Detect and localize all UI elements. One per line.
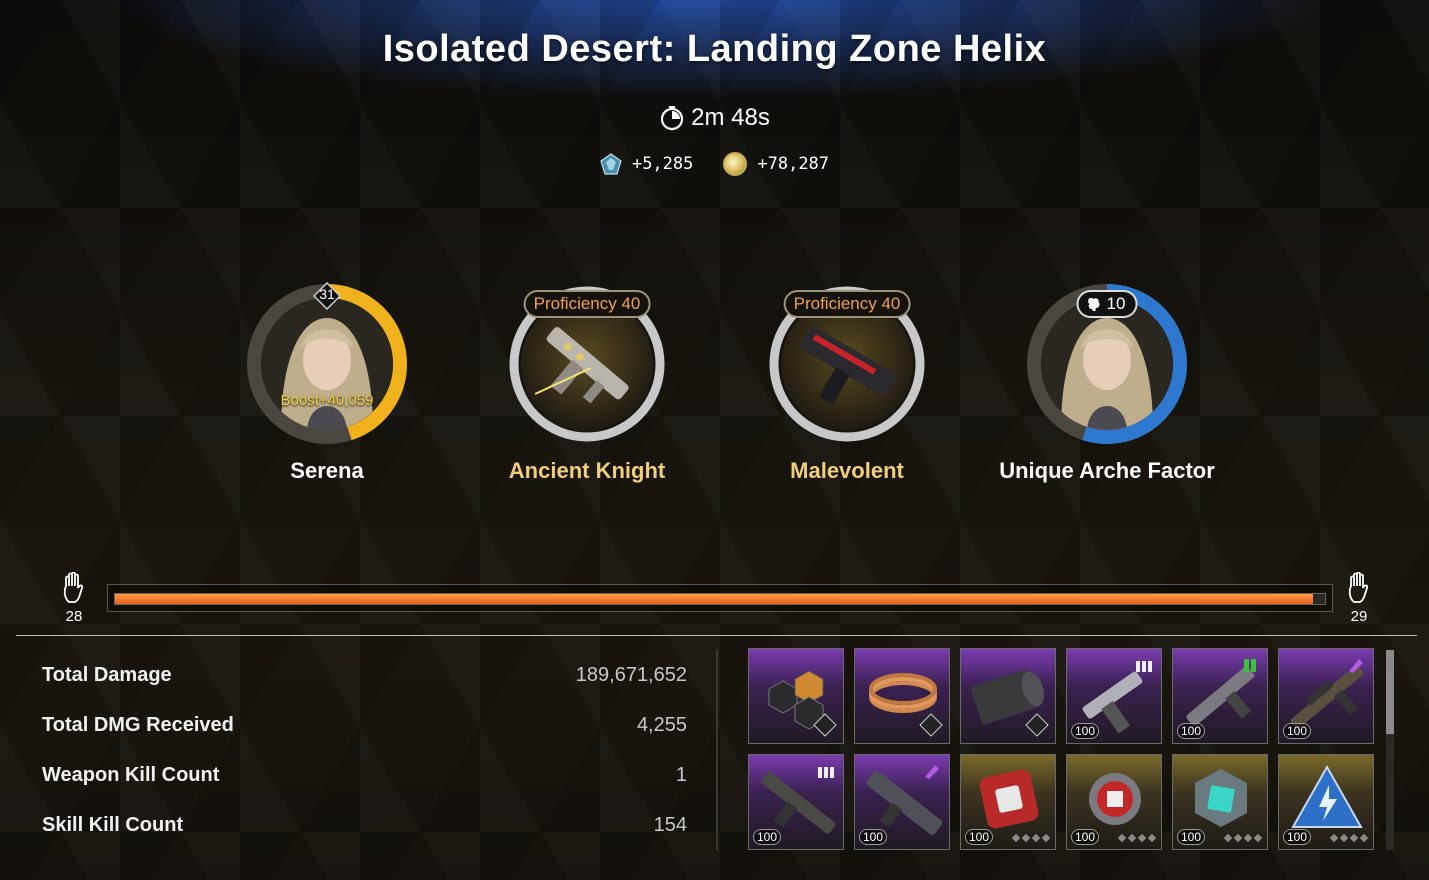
- loot-item-fabric-roll[interactable]: [960, 648, 1056, 744]
- item-count: 100: [1283, 829, 1312, 845]
- ammo-icon: [1136, 661, 1152, 672]
- stat-row: Total DMG Received 4,255: [42, 700, 687, 750]
- timer-value: 2m 48s: [691, 104, 770, 131]
- arche-level-badge: 10: [1076, 290, 1138, 318]
- arche-name: Unique Arche Factor: [999, 458, 1215, 483]
- loot-scrollbar[interactable]: [1386, 650, 1394, 850]
- item-count: 100: [1177, 723, 1206, 739]
- hand-icon: [63, 571, 84, 603]
- weapon-ring-2: Proficiency 40: [767, 284, 927, 444]
- character-level: 31: [319, 286, 335, 302]
- stat-label: Weapon Kill Count: [42, 763, 220, 786]
- mastery-progress: 28 29: [0, 570, 1429, 630]
- stat-value: 4,255: [636, 713, 687, 736]
- stat-value: 1: [675, 763, 687, 786]
- weapon-slot-1[interactable]: Proficiency 40 Ancient Knight: [477, 284, 697, 484]
- stat-row: Total Damage 189,671,652: [42, 650, 687, 700]
- arche-level: 10: [1106, 294, 1126, 313]
- ammo-icon: [925, 765, 939, 779]
- scrollbar-thumb[interactable]: [1386, 650, 1394, 734]
- loot-item-launcher[interactable]: 100: [854, 754, 950, 850]
- ammo-icon: [1244, 659, 1256, 672]
- gem-icon: [600, 153, 622, 175]
- ammo-icon: [818, 767, 834, 778]
- loot-item-copper-coil[interactable]: [854, 648, 950, 744]
- locked-icon: [919, 713, 943, 737]
- locked-icon: [813, 713, 837, 737]
- loot-item-handgun[interactable]: 100: [1066, 648, 1162, 744]
- reward-gold-amount: +78,287: [757, 154, 830, 174]
- rarity-dots: [1117, 833, 1157, 843]
- stat-label: Total Damage: [42, 663, 172, 686]
- weapon-name-2: Malevolent: [790, 458, 904, 483]
- loot-item-red-gear-module[interactable]: 100: [1066, 754, 1162, 850]
- stopwatch-icon: [661, 106, 684, 131]
- reward-summary: +5,285 +78,287: [0, 152, 1429, 176]
- reward-gold: +78,287: [723, 152, 829, 176]
- reward-gem-amount: +5,285: [631, 154, 694, 174]
- item-count: 100: [965, 829, 994, 845]
- page-title: Isolated Desert: Landing Zone Helix: [382, 28, 1047, 70]
- mastery-bar-fill: [115, 594, 1313, 604]
- weapon-name-1: Ancient Knight: [508, 458, 666, 483]
- proficiency-badge-2: Proficiency 40: [783, 290, 911, 318]
- weapon-slot-2[interactable]: Proficiency 40 Malevolent: [737, 284, 957, 484]
- mastery-bar-track: [114, 593, 1326, 605]
- item-count: 100: [1283, 723, 1312, 739]
- vertical-separator: [716, 650, 718, 850]
- item-count: 100: [1071, 829, 1100, 845]
- gold-coin-icon: [723, 152, 748, 176]
- hand-icon: [1348, 571, 1369, 603]
- stat-label: Skill Kill Count: [42, 813, 184, 836]
- character-slot[interactable]: 31 Boost+40,059 Serena: [217, 282, 437, 484]
- rarity-dots: [1329, 833, 1369, 843]
- stat-row: Skill Kill Count 154: [42, 800, 687, 850]
- stats-panel: Total Damage 189,671,652 Total DMG Recei…: [42, 650, 687, 850]
- item-count: 100: [1177, 829, 1206, 845]
- rarity-dots: [1223, 833, 1263, 843]
- boost-label: Boost+40,059: [280, 392, 374, 409]
- loot-item-blue-triangle-module[interactable]: 100: [1278, 754, 1374, 850]
- arche-slot[interactable]: 10 Unique Arche Factor: [997, 284, 1217, 484]
- mastery-right-level: 29: [1350, 608, 1368, 625]
- loot-item-assault-rifle[interactable]: 100: [748, 754, 844, 850]
- mastery-left-level: 28: [65, 608, 83, 625]
- loot-item-hex-plate[interactable]: [748, 648, 844, 744]
- locked-icon: [1025, 713, 1049, 737]
- item-count: 100: [753, 829, 782, 845]
- loot-item-scatter-gun[interactable]: 100: [1172, 648, 1268, 744]
- arche-ring: 10: [1027, 284, 1187, 444]
- character-ring: 31 Boost+40,059: [247, 282, 407, 444]
- weapon-ring-1: Proficiency 40: [507, 284, 667, 444]
- proficiency-badge-1: Proficiency 40: [523, 290, 651, 318]
- mastery-bar: [107, 584, 1333, 612]
- loot-item-sniper-rifle[interactable]: 100: [1278, 648, 1374, 744]
- brain-icon: [1088, 298, 1100, 311]
- clear-time: 2m 48s: [0, 104, 1429, 132]
- item-count: 100: [1071, 723, 1100, 739]
- loot-item-teal-module[interactable]: 100: [1172, 754, 1268, 850]
- loot-item-red-module[interactable]: 100: [960, 754, 1056, 850]
- section-divider: [16, 635, 1417, 636]
- reward-gem: +5,285: [600, 153, 693, 175]
- item-count: 100: [859, 829, 888, 845]
- rarity-dots: [1011, 833, 1051, 843]
- ammo-icon: [1349, 659, 1363, 673]
- mastery-next: 29: [1339, 571, 1379, 625]
- stat-value: 154: [653, 813, 687, 836]
- stat-value: 189,671,652: [575, 663, 687, 686]
- character-name: Serena: [290, 458, 364, 483]
- mastery-current: 28: [54, 571, 94, 625]
- stat-row: Weapon Kill Count 1: [42, 750, 687, 800]
- stat-label: Total DMG Received: [42, 713, 234, 736]
- character-portrait: [261, 298, 393, 430]
